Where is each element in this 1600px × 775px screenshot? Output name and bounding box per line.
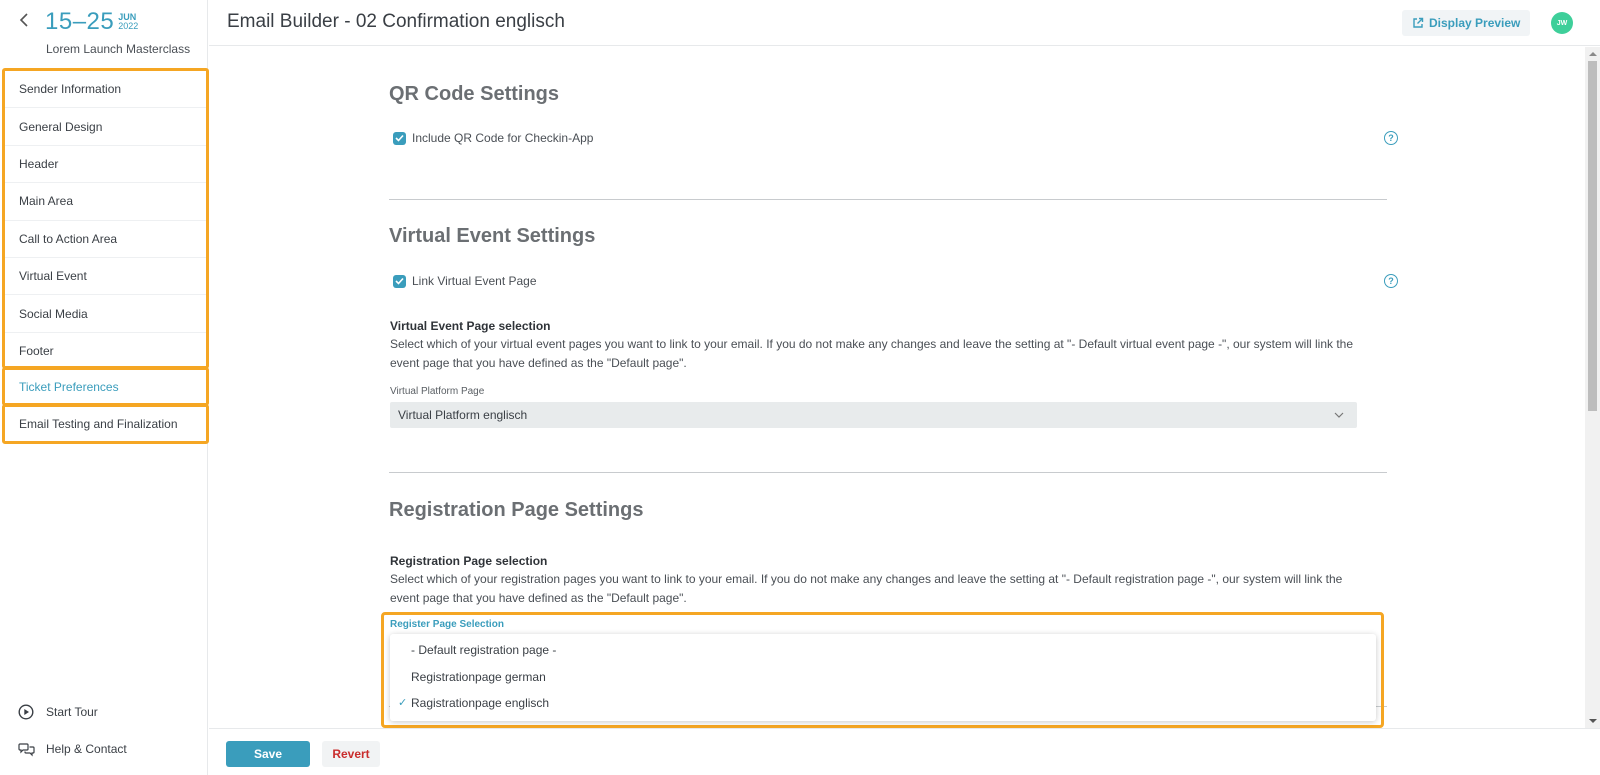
virtual-checkbox[interactable] [393,274,406,288]
sidebar-item-header[interactable]: Header [5,146,206,184]
register-page-label: Register Page Selection [390,619,504,630]
registration-section-title: Registration Page Settings [389,499,644,521]
scroll-down-arrow-icon[interactable] [1589,719,1597,723]
sidebar-ticket-group: Ticket Preferences [2,367,209,406]
virtual-platform-value: Virtual Platform englisch [398,408,528,422]
dropdown-option-german[interactable]: Registrationpage german [390,664,1376,691]
sidebar-nav-group: Sender Information General Design Header… [2,68,209,369]
virtual-help-icon[interactable]: ? [1384,274,1398,288]
event-header: 15–25 JUN 2022 Lorem Launch Masterclass [0,0,208,66]
sidebar-item-general-design[interactable]: General Design [5,108,206,146]
revert-button[interactable]: Revert [322,741,380,767]
sidebar-item-virtual-event[interactable]: Virtual Event [5,258,206,296]
sidebar-item-call-to-action-area[interactable]: Call to Action Area [5,221,206,258]
external-link-icon [1413,17,1424,28]
event-date-range: 15–25 [45,8,115,35]
chevron-left-icon[interactable] [19,11,29,32]
virtual-section-title: Virtual Event Settings [389,225,596,247]
start-tour-label: Start Tour [46,705,98,719]
qr-help-icon[interactable]: ? [1384,131,1398,145]
checkmark-icon [395,277,404,285]
sidebar-item-sender-information[interactable]: Sender Information [5,71,206,109]
chevron-down-icon [1334,412,1344,418]
sidebar: 15–25 JUN 2022 Lorem Launch Masterclass … [0,0,209,775]
divider [389,472,1387,473]
display-preview-label: Display Preview [1429,16,1521,30]
qr-section-title: QR Code Settings [389,83,560,105]
qr-checkbox-row: Include QR Code for Checkin-App [393,131,593,145]
qr-checkbox[interactable] [393,131,406,145]
event-name: Lorem Launch Masterclass [46,42,191,56]
event-date: 15–25 JUN 2022 [45,8,138,36]
virtual-field-label: Virtual Platform Page [390,386,485,397]
event-year: 2022 [118,21,139,31]
sidebar-item-main-area[interactable]: Main Area [5,183,206,221]
dropdown-option-default[interactable]: - Default registration page - [390,637,1376,664]
registration-selection-title: Registration Page selection [390,554,548,568]
check-icon: ✓ [398,697,408,709]
virtual-selection-title: Virtual Event Page selection [390,319,551,333]
sidebar-item-social-media[interactable]: Social Media [5,295,206,333]
virtual-checkbox-row: Link Virtual Event Page [393,274,537,288]
page-title: Email Builder - 02 Confirmation englisch [227,11,565,32]
register-page-dropdown[interactable]: - Default registration page - Registrati… [390,634,1376,721]
help-contact-label: Help & Contact [46,742,127,756]
checkmark-icon [395,134,404,142]
virtual-checkbox-label[interactable]: Link Virtual Event Page [412,274,537,288]
qr-checkbox-label[interactable]: Include QR Code for Checkin-App [412,131,593,145]
save-button[interactable]: Save [226,741,310,767]
sidebar-item-email-testing[interactable]: Email Testing and Finalization [5,407,206,441]
registration-description: Select which of your registration pages … [390,572,1343,605]
top-bar: Email Builder - 02 Confirmation englisch… [209,0,1600,46]
bottom-bar: Save Revert [209,728,1600,775]
sidebar-item-ticket-preferences[interactable]: Ticket Preferences [5,370,206,403]
start-tour-link[interactable]: Start Tour [17,703,98,721]
scrollbar[interactable] [1585,47,1600,728]
chat-bubbles-icon [17,740,35,758]
divider [389,199,1387,200]
virtual-platform-select[interactable]: Virtual Platform englisch [390,402,1357,428]
sidebar-testing-group: Email Testing and Finalization [2,404,209,444]
display-preview-button[interactable]: Display Preview [1402,10,1531,36]
help-contact-link[interactable]: Help & Contact [17,740,127,758]
scrollbar-thumb[interactable] [1588,61,1597,411]
virtual-description: Select which of your virtual event pages… [390,337,1354,370]
scroll-up-arrow-icon[interactable] [1589,52,1597,56]
sidebar-item-footer[interactable]: Footer [5,333,206,370]
dropdown-option-englisch[interactable]: ✓ Ragistrationpage englisch [390,690,1376,717]
play-circle-icon [17,703,35,721]
user-avatar[interactable]: JW [1551,12,1573,34]
